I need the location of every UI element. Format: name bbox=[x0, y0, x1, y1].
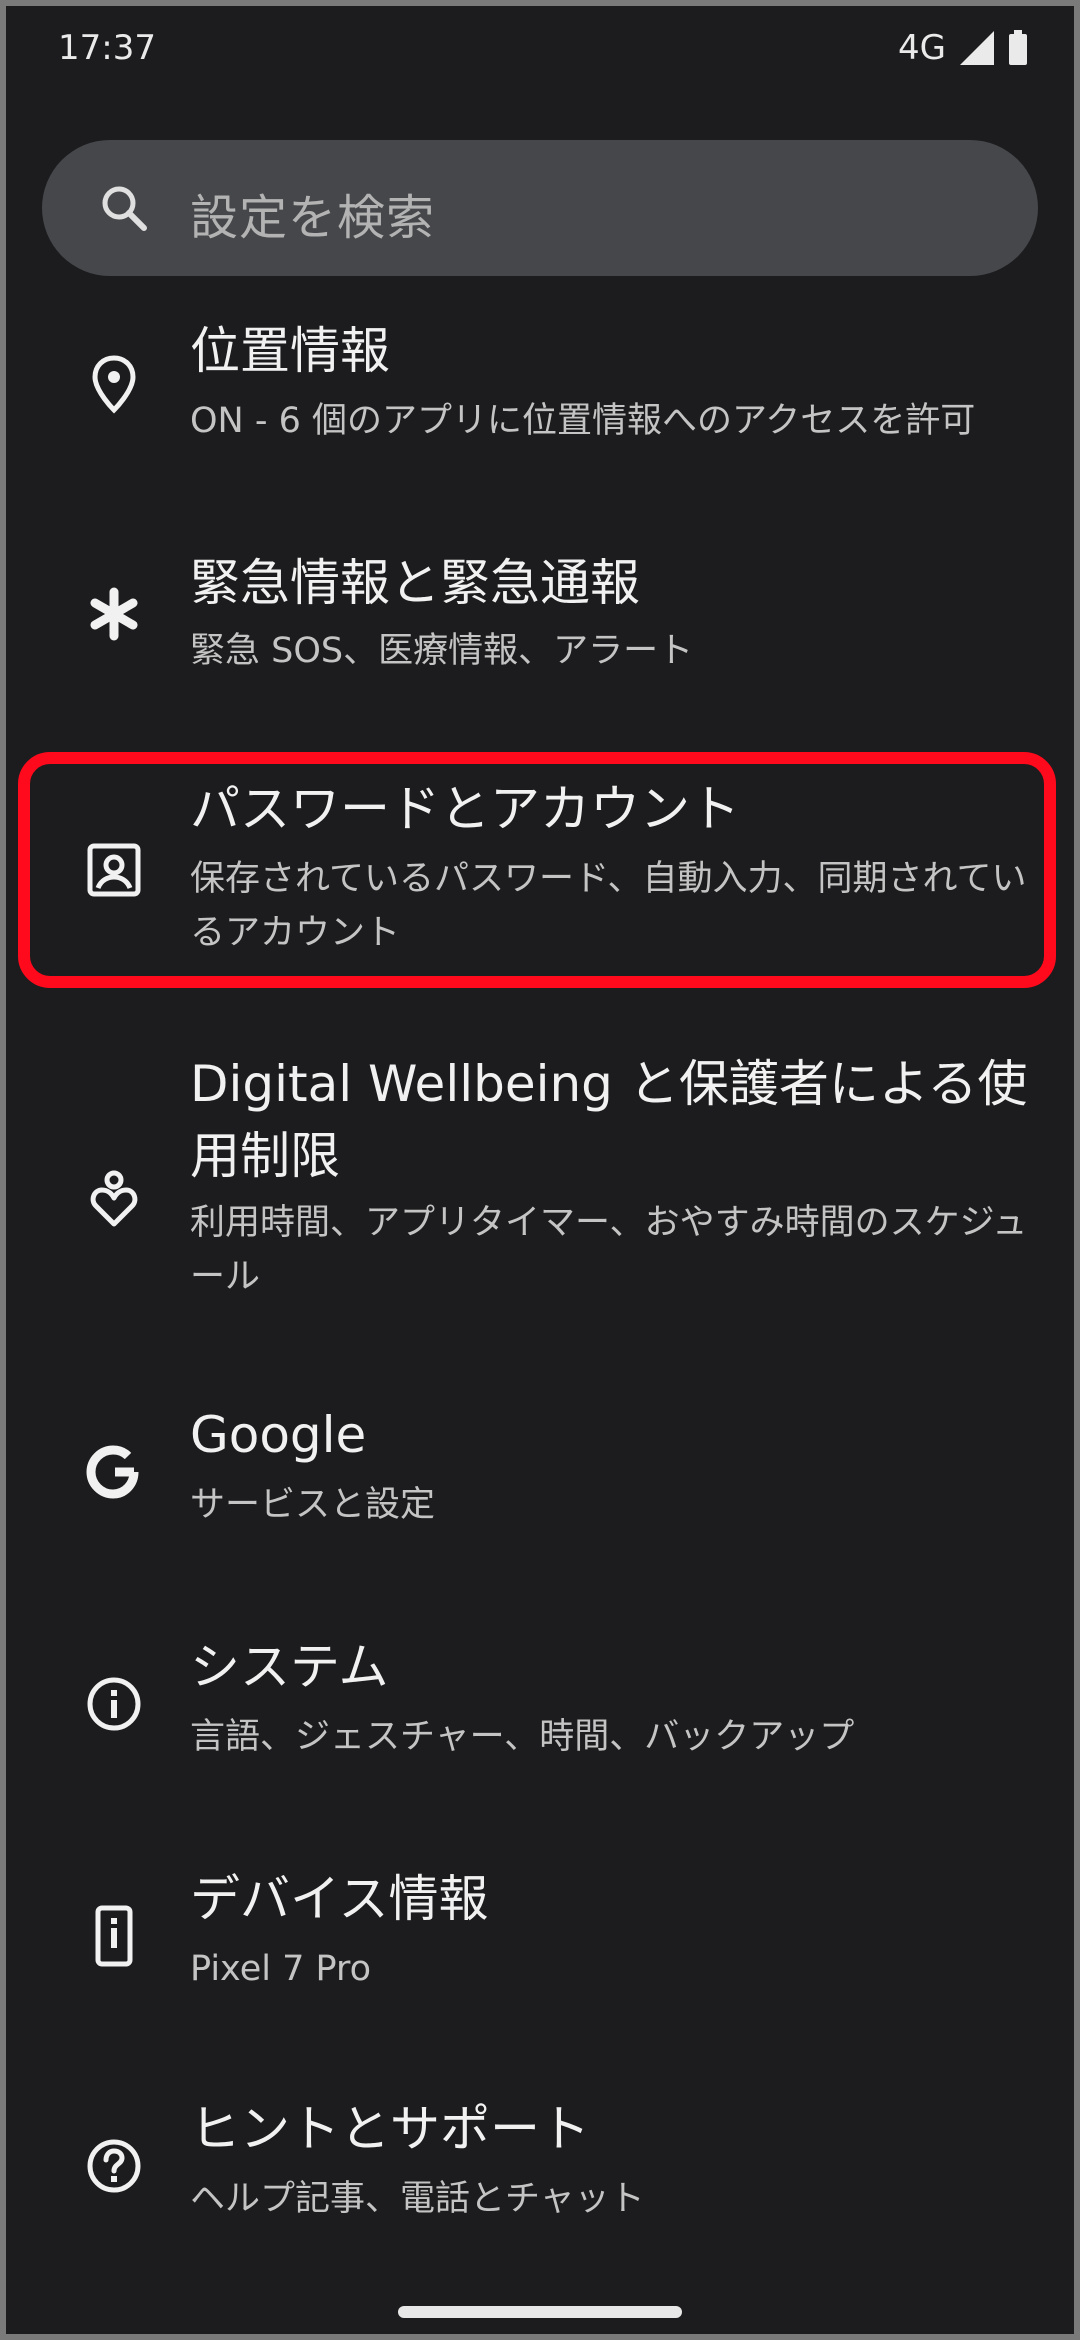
home-indicator[interactable] bbox=[398, 2306, 682, 2318]
item-subtitle: Pixel 7 Pro bbox=[190, 1949, 371, 1989]
asterisk-icon bbox=[90, 587, 138, 641]
battery-icon bbox=[1009, 30, 1027, 65]
help-icon bbox=[87, 2139, 141, 2193]
wellbeing-icon bbox=[90, 1170, 138, 1227]
status-time: 17:37 bbox=[58, 28, 156, 68]
item-subtitle: 言語、ジェスチャー、時間、バックアップ bbox=[190, 1717, 855, 1757]
settings-item-system[interactable]: システム 言語、ジェスチャー、時間、バックアップ bbox=[0, 1632, 1080, 1792]
status-icons: 4G bbox=[898, 28, 1028, 68]
settings-item-tips-support[interactable]: ヒントとサポート ヘルプ記事、電話とチャット bbox=[0, 2094, 1080, 2254]
google-g-icon bbox=[86, 1445, 139, 1499]
signal-icon bbox=[960, 31, 994, 65]
item-title: Google bbox=[190, 1406, 367, 1464]
item-title: システム bbox=[190, 1638, 389, 1696]
settings-item-google[interactable]: Google サービスと設定 bbox=[0, 1400, 1080, 1560]
item-title: デバイス情報 bbox=[190, 1870, 489, 1928]
item-title: Digital Wellbeing と保護者による使用制限 bbox=[190, 1055, 1028, 1185]
item-subtitle: ON - 6 個のアプリに位置情報へのアクセスを許可 bbox=[190, 401, 976, 441]
item-subtitle: 緊急 SOS、医療情報、アラート bbox=[190, 631, 694, 671]
device-info-icon bbox=[95, 1905, 133, 1967]
location-icon bbox=[92, 355, 136, 414]
settings-item-location[interactable]: 位置情報 ON - 6 個のアプリに位置情報へのアクセスを許可 bbox=[0, 300, 1080, 500]
settings-item-device-info[interactable]: デバイス情報 Pixel 7 Pro bbox=[0, 1864, 1080, 2024]
item-subtitle: ヘルプ記事、電話とチャット bbox=[190, 2179, 645, 2219]
item-title: 緊急情報と緊急通報 bbox=[190, 554, 640, 612]
search-bar[interactable]: 設定を検索 bbox=[42, 140, 1038, 276]
settings-item-digital-wellbeing[interactable]: Digital Wellbeing と保護者による使用制限 利用時間、アプリタイ… bbox=[0, 1048, 1080, 1318]
network-type: 4G bbox=[898, 28, 946, 68]
search-icon bbox=[102, 186, 147, 231]
item-subtitle: 利用時間、アプリタイマー、おやすみ時間のスケジュール bbox=[190, 1203, 1028, 1297]
item-title: 位置情報 bbox=[190, 322, 390, 380]
settings-item-emergency[interactable]: 緊急情報と緊急通報 緊急 SOS、医療情報、アラート bbox=[0, 530, 1080, 730]
search-placeholder: 設定を検索 bbox=[190, 190, 436, 246]
item-subtitle: サービスと設定 bbox=[190, 1485, 436, 1525]
highlight-box bbox=[18, 752, 1056, 988]
item-title: ヒントとサポート bbox=[190, 2100, 590, 2158]
status-bar: 17:37 4G bbox=[0, 0, 1080, 100]
info-icon bbox=[87, 1677, 141, 1731]
